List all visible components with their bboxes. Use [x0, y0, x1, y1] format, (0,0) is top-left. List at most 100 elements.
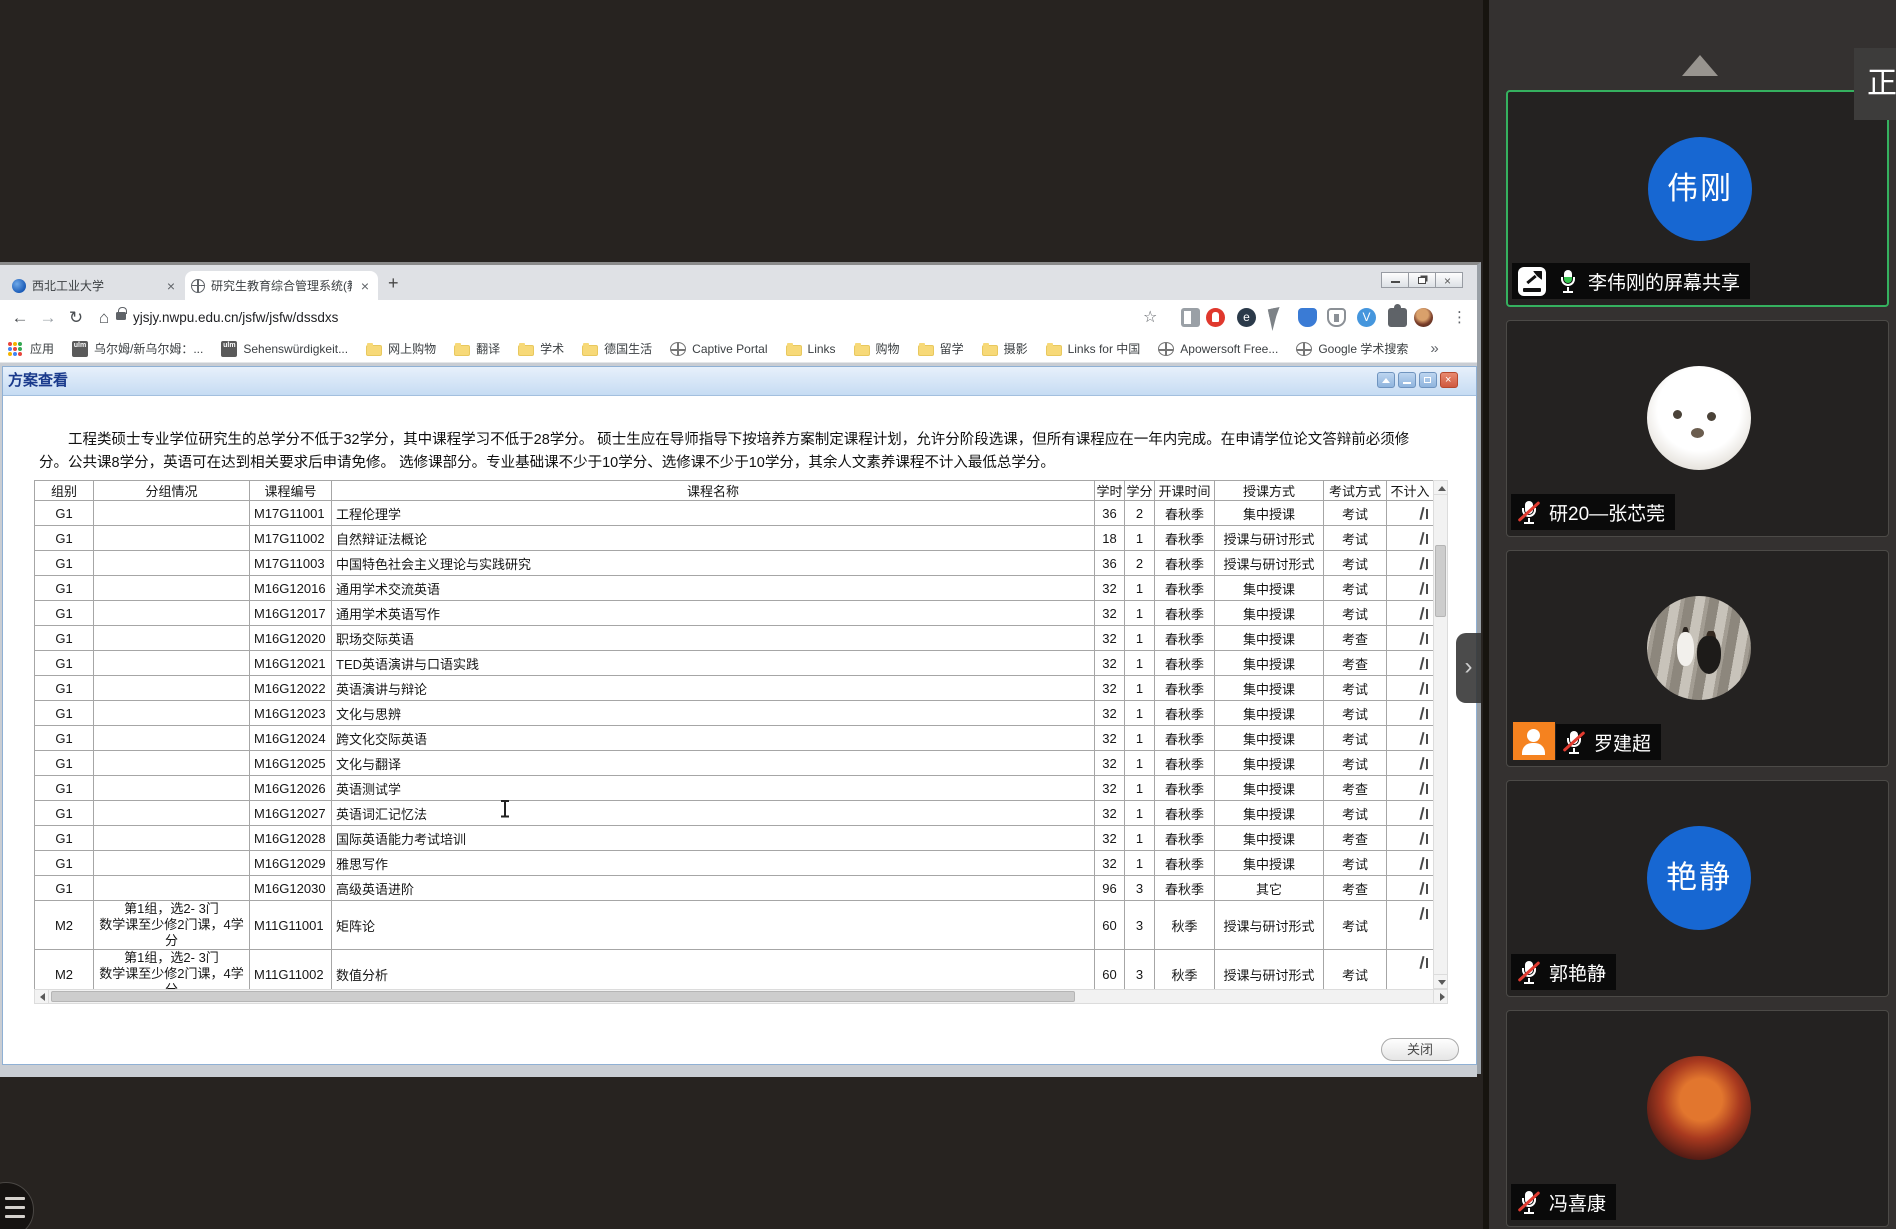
close-window-button[interactable]: × [1435, 272, 1463, 288]
shield-blue-icon[interactable] [1298, 308, 1317, 327]
reload-button[interactable]: ↻ [64, 300, 88, 335]
table-row[interactable]: M2第1组，选2- 3门 数学课至少修2门课，4学分M11G11002数值分析6… [35, 950, 1434, 990]
table-row[interactable]: G1M17G11002自然辩证法概论181春秋季授课与研讨形式考试 [35, 526, 1434, 551]
scroll-down-button[interactable] [1433, 974, 1448, 989]
column-header: 授课方式 [1215, 481, 1324, 501]
panel-expand-handle[interactable]: › [1456, 633, 1481, 703]
vertical-scrollbar[interactable] [1433, 480, 1448, 989]
table-row[interactable]: G1M16G12021TED英语演讲与口语实践321春秋季集中授课考查 [35, 651, 1434, 676]
folder-icon [454, 345, 470, 356]
new-tab-button[interactable]: + [388, 273, 399, 294]
dialog-collapse-button[interactable] [1377, 372, 1395, 388]
table-cell: 考试 [1324, 601, 1387, 626]
close-dialog-button[interactable]: 关闭 [1381, 1038, 1459, 1061]
evernote-icon[interactable]: e [1237, 308, 1256, 327]
cursor-extension-icon[interactable] [1268, 307, 1284, 331]
browser-menu-icon[interactable]: ⋮ [1450, 308, 1469, 327]
table-cell: M16G12029 [250, 851, 332, 876]
mic-muted-icon [1562, 729, 1586, 756]
home-button[interactable]: ⌂ [92, 300, 116, 335]
participant-tile[interactable]: 冯喜康 [1506, 1010, 1889, 1227]
table-cell: 跨文化交际英语 [332, 726, 1095, 751]
restore-button[interactable] [1408, 272, 1436, 288]
table-row[interactable]: G1M16G12023文化与思辨321春秋季集中授课考试 [35, 701, 1434, 726]
bookmark-item[interactable]: ulm乌尔姆/新乌尔姆：... [72, 340, 203, 357]
bookmark-item[interactable]: 翻译 [454, 340, 500, 357]
bookmark-item[interactable]: 留学 [918, 340, 964, 357]
table-cell: 3 [1125, 876, 1155, 901]
scroll-right-button[interactable] [1433, 989, 1448, 1004]
scroll-up-button[interactable] [1433, 480, 1448, 495]
minimize-button[interactable] [1381, 272, 1409, 288]
profile-avatar-icon[interactable] [1414, 308, 1433, 327]
table-row[interactable]: G1M16G12016通用学术交流英语321春秋季集中授课考试 [35, 576, 1434, 601]
bookmark-item[interactable]: Google 学术搜索 [1296, 340, 1408, 357]
bookmark-item[interactable]: 网上购物 [366, 340, 436, 357]
table-cell: 数值分析 [332, 950, 1095, 990]
table-cell: 1 [1125, 776, 1155, 801]
bookmark-item[interactable]: Captive Portal [670, 341, 767, 356]
bookmark-item[interactable]: ulmSehenswürdigkeit... [221, 341, 348, 357]
extensions-puzzle-icon[interactable] [1388, 308, 1407, 327]
table-row[interactable]: G1M16G12025文化与翻译321春秋季集中授课考试 [35, 751, 1434, 776]
bookmark-item[interactable]: 购物 [854, 340, 900, 357]
table-row[interactable]: G1M16G12024跨文化交际英语321春秋季集中授课考试 [35, 726, 1434, 751]
collapse-panel-arrow-icon[interactable] [1682, 55, 1718, 76]
tab-nwpu-home[interactable]: 西北工业大学 × [6, 271, 184, 300]
table-row[interactable]: G1M16G12030高级英语进阶963春秋季其它考查 [35, 876, 1434, 901]
tab-close-icon[interactable]: × [358, 278, 372, 294]
table-row[interactable]: G1M16G12022英语演讲与辩论321春秋季集中授课考试 [35, 676, 1434, 701]
v-extension-icon[interactable]: V [1357, 308, 1376, 327]
dialog-restore-button[interactable] [1419, 372, 1437, 388]
vertical-scroll-thumb[interactable] [1435, 545, 1446, 617]
adblock-icon[interactable] [1206, 308, 1225, 327]
horizontal-scroll-thumb[interactable] [51, 991, 1075, 1002]
table-row[interactable]: G1M16G12026英语测试学321春秋季集中授课考查 [35, 776, 1434, 801]
bookmarks-bar: 应用 ulm乌尔姆/新乌尔姆：... ulmSehenswürdigkeit... 网… [0, 335, 1477, 363]
shield-gray-icon[interactable] [1327, 308, 1346, 327]
bookmark-item[interactable]: Links for 中国 [1046, 340, 1141, 357]
horizontal-scrollbar[interactable] [34, 989, 1448, 1004]
table-row[interactable]: G1M16G12027英语词汇记忆法321春秋季集中授课考试 [35, 801, 1434, 826]
bookmark-item[interactable]: 学术 [518, 340, 564, 357]
participant-tile[interactable]: 伟刚李伟刚的屏幕共享 [1506, 90, 1889, 307]
table-cell: 考查 [1324, 651, 1387, 676]
dialog-minimize-button[interactable] [1398, 372, 1416, 388]
meeting-menu-icon[interactable] [0, 1182, 34, 1229]
back-button[interactable]: ← [8, 300, 32, 335]
table-cell [94, 751, 250, 776]
column-header: 分组情况 [94, 481, 250, 501]
participant-tile[interactable]: 艳静郭艳静 [1506, 780, 1889, 997]
bookmark-star-icon[interactable]: ☆ [1143, 300, 1157, 335]
participant-tile[interactable]: 罗建超 [1506, 550, 1889, 767]
bookmark-item[interactable]: 应用 [8, 340, 54, 357]
table-row[interactable]: G1M16G12017通用学术英语写作321春秋季集中授课考试 [35, 601, 1434, 626]
bookmark-item[interactable]: Links [786, 342, 836, 356]
tab-close-icon[interactable]: × [164, 278, 178, 294]
table-row[interactable]: G1M17G11003中国特色社会主义理论与实践研究362春秋季授课与研讨形式考… [35, 551, 1434, 576]
table-cell: TED英语演讲与口语实践 [332, 651, 1095, 676]
tab-graduate-system[interactable]: 研究生教育综合管理系统(教师服 × [185, 271, 378, 300]
table-cell: M2 [35, 950, 94, 990]
scroll-left-button[interactable] [34, 989, 49, 1004]
bookmark-item[interactable]: Apowersoft Free... [1158, 341, 1278, 356]
table-row[interactable]: G1M16G12028国际英语能力考试培训321春秋季集中授课考查 [35, 826, 1434, 851]
dialog-close-button[interactable]: × [1440, 372, 1458, 388]
reader-mode-icon[interactable] [1181, 308, 1200, 327]
table-cell: 春秋季 [1155, 701, 1215, 726]
table-row[interactable]: M2第1组，选2- 3门 数学课至少修2门课，4学分M11G11001矩阵论60… [35, 901, 1434, 950]
table-cell: 考查 [1324, 776, 1387, 801]
participant-tile[interactable]: 研20—张芯莞 [1506, 320, 1889, 537]
bookmark-item[interactable]: 德国生活 [582, 340, 652, 357]
address-bar[interactable]: yjsjy.nwpu.edu.cn/jsfw/jsfw/dssdxs [133, 300, 338, 335]
bookmark-item[interactable]: 摄影 [982, 340, 1028, 357]
bookmarks-overflow-chevron-icon[interactable]: » [1430, 340, 1438, 357]
table-cell: M16G12021 [250, 651, 332, 676]
table-cell: 1 [1125, 726, 1155, 751]
table-cell: 32 [1095, 826, 1125, 851]
table-row[interactable]: G1M16G12029雅思写作321春秋季集中授课考试 [35, 851, 1434, 876]
table-row[interactable]: G1M16G12020职场交际英语321春秋季集中授课考查 [35, 626, 1434, 651]
table-row[interactable]: G1M17G11001工程伦理学362春秋季集中授课考试 [35, 501, 1434, 526]
forward-button[interactable]: → [36, 300, 60, 335]
folder-icon [366, 345, 382, 356]
